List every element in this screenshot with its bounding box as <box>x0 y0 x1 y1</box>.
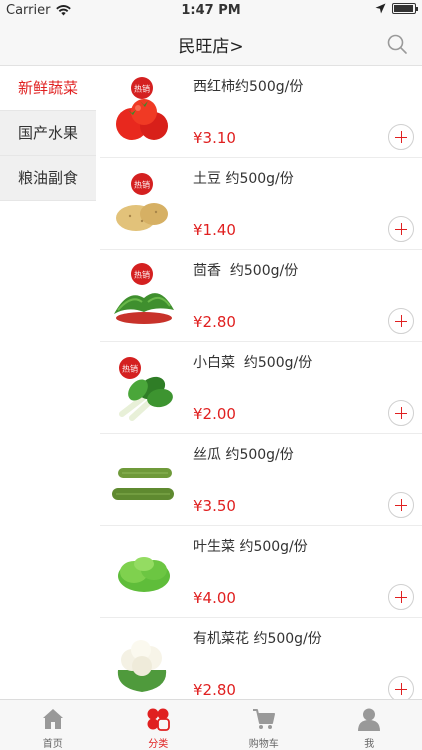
product-name: 叶生菜 约500g/份 <box>193 539 308 555</box>
add-to-cart-button[interactable] <box>388 584 414 610</box>
profile-icon <box>358 708 381 731</box>
product-name: 土豆 约500g/份 <box>193 171 294 187</box>
store-title[interactable]: 民旺店> <box>0 32 422 57</box>
svg-text:热销: 热销 <box>122 364 138 374</box>
category-item-fresh-vegetables[interactable]: 新鲜蔬菜 <box>0 66 96 111</box>
hot-badge: 热销 <box>119 357 141 379</box>
product-item[interactable]: 叶生菜 约500g/份 ¥4.00 <box>100 526 422 618</box>
status-bar: Carrier 1:47 PM <box>0 0 422 22</box>
category-item-domestic-fruit[interactable]: 国产水果 <box>0 111 96 156</box>
tomato-image: 热销 <box>116 77 168 140</box>
location-arrow-icon <box>375 3 386 14</box>
product-price: ¥2.00 <box>193 405 236 423</box>
product-item[interactable]: 热销 西红柿约500g/份 ¥3.10 <box>100 66 422 158</box>
hot-badge: 热销 <box>131 77 153 99</box>
search-icon[interactable] <box>386 33 408 55</box>
status-right <box>375 3 418 14</box>
product-name: 西红柿约500g/份 <box>193 79 304 95</box>
tab-label: 首页 <box>42 739 63 750</box>
tab-cart[interactable]: 购物车 <box>211 700 317 750</box>
product-price: ¥1.40 <box>193 221 236 239</box>
product-item[interactable]: 热销 土豆 约500g/份 ¥1.40 <box>100 158 422 250</box>
product-item[interactable]: 热销 小白菜 约500g/份 ¥2.00 <box>100 342 422 434</box>
potato-image: 热销 <box>116 173 168 231</box>
product-price: ¥3.50 <box>193 497 236 515</box>
product-item[interactable]: 热销 茴香 约500g/份 ¥2.80 <box>100 250 422 342</box>
svg-text:热销: 热销 <box>134 180 150 190</box>
product-item[interactable]: 丝瓜 约500g/份 ¥3.50 <box>100 434 422 526</box>
tab-home[interactable]: 首页 <box>0 700 106 750</box>
add-to-cart-button[interactable] <box>388 216 414 242</box>
product-price: ¥2.80 <box>193 313 236 331</box>
category-item-grain-oil[interactable]: 粮油副食 <box>0 156 96 201</box>
product-list[interactable]: 热销 西红柿约500g/份 ¥3.10 热销 土豆 约500g/份 ¥1.40 <box>100 66 422 699</box>
add-to-cart-button[interactable] <box>388 492 414 518</box>
product-name: 小白菜 约500g/份 <box>193 355 313 371</box>
hot-badge: 热销 <box>131 173 153 195</box>
cart-icon <box>252 709 275 729</box>
product-price: ¥3.10 <box>193 129 236 147</box>
hot-badge: 热销 <box>131 263 153 285</box>
tab-profile[interactable]: 我 <box>317 700 422 750</box>
product-item[interactable]: 有机菜花 约500g/份 ¥2.80 <box>100 618 422 699</box>
product-name: 茴香 约500g/份 <box>193 263 299 279</box>
tab-bar: 首页 分类 购物车 我 <box>0 699 422 750</box>
tab-label: 我 <box>364 739 375 750</box>
category-icon <box>147 708 171 731</box>
status-time: 1:47 PM <box>181 3 241 18</box>
product-name: 有机菜花 约500g/份 <box>193 631 322 647</box>
tab-label: 分类 <box>148 739 169 750</box>
add-to-cart-button[interactable] <box>388 400 414 426</box>
bok-choy-image: 热销 <box>119 357 173 421</box>
add-to-cart-button[interactable] <box>388 124 414 150</box>
fennel-image: 热销 <box>114 263 174 324</box>
lettuce-image <box>118 557 170 592</box>
svg-text:热销: 热销 <box>134 84 150 94</box>
svg-text:热销: 热销 <box>134 270 150 280</box>
battery-icon <box>392 3 418 14</box>
loofah-image <box>112 468 174 500</box>
add-to-cart-button[interactable] <box>388 308 414 334</box>
product-name: 丝瓜 约500g/份 <box>193 447 294 463</box>
category-sidebar: 新鲜蔬菜 国产水果 粮油副食 <box>0 66 96 699</box>
tab-label: 购物车 <box>248 739 279 750</box>
tab-category[interactable]: 分类 <box>106 700 212 750</box>
add-to-cart-button[interactable] <box>388 676 414 699</box>
home-icon <box>42 709 63 729</box>
cauliflower-image <box>117 640 167 692</box>
product-price: ¥2.80 <box>193 681 236 699</box>
nav-bar: 民旺店> <box>0 22 422 66</box>
product-price: ¥4.00 <box>193 589 236 607</box>
